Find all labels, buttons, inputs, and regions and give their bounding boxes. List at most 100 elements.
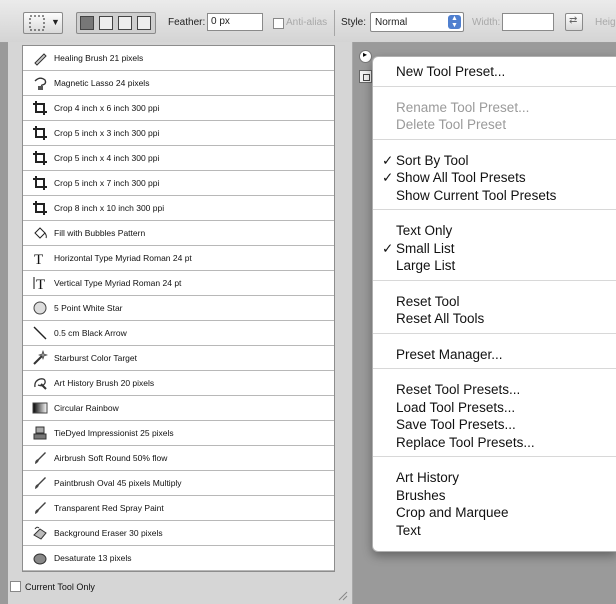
menu-item-show-current-tool-presets[interactable]: Show Current Tool Presets	[396, 188, 556, 203]
svg-text:T: T	[36, 277, 45, 291]
swap-arrows-icon: ⇄	[569, 15, 578, 26]
menu-item-text[interactable]: Text	[396, 523, 421, 538]
menu-item-label: Crop and Marquee	[396, 505, 509, 520]
preset-row[interactable]: Art History Brush 20 pixels	[23, 371, 334, 396]
menu-item-label: Large List	[396, 258, 456, 273]
magnetic-lasso-icon	[29, 73, 51, 93]
menu-item-label: Rename Tool Preset...	[396, 99, 530, 115]
pattern-stamp-icon	[29, 423, 51, 443]
menu-item-reset-tool[interactable]: Reset Tool	[396, 294, 460, 309]
preset-row[interactable]: Paintbrush Oval 45 pixels Multiply	[23, 471, 334, 496]
preset-label: Horizontal Type Myriad Roman 24 pt	[54, 253, 192, 263]
menu-item-text-only[interactable]: Text Only	[396, 223, 452, 238]
preset-label: Desaturate 13 pixels	[54, 553, 132, 563]
tool-preset-picker[interactable]: ▼	[23, 12, 63, 34]
intersect-selection-icon[interactable]	[137, 16, 151, 30]
menu-item-label: Reset Tool Presets...	[396, 382, 521, 397]
menu-item-show-all-tool-presets[interactable]: ✓ Show All Tool Presets	[382, 170, 526, 185]
antialias-label: Anti-alias	[286, 17, 328, 28]
swap-width-height-button[interactable]: ⇄	[565, 13, 583, 31]
preset-row[interactable]: T Horizontal Type Myriad Roman 24 pt	[23, 246, 334, 271]
menu-separator	[373, 332, 616, 334]
width-input[interactable]	[502, 13, 554, 31]
menu-separator	[373, 368, 616, 369]
preset-row[interactable]: 0.5 cm Black Arrow	[23, 321, 334, 346]
preset-row[interactable]: Crop 5 inch x 7 inch 300 ppi	[23, 171, 334, 196]
style-select[interactable]: Normal ▲ ▼	[370, 12, 464, 32]
preset-row[interactable]: Transparent Red Spray Paint	[23, 496, 334, 521]
preset-row[interactable]: TieDyed Impressionist 25 pixels	[23, 421, 334, 446]
preset-row[interactable]: Magnetic Lasso 24 pixels	[23, 71, 334, 96]
feather-input[interactable]: 0 px	[207, 13, 263, 31]
menu-separator	[373, 456, 616, 457]
panel-menu-button[interactable]: ▸	[359, 50, 372, 63]
resize-grip-icon[interactable]	[338, 591, 348, 601]
menu-separator	[373, 209, 616, 210]
menu-item-crop-and-marquee[interactable]: Crop and Marquee	[396, 505, 509, 520]
current-tool-only-checkbox[interactable]	[10, 581, 21, 592]
menu-item-save-tool-presets[interactable]: Save Tool Presets...	[396, 417, 516, 432]
antialias-checkbox[interactable]	[273, 18, 284, 29]
preset-label: Crop 4 inch x 6 inch 300 ppi	[54, 103, 160, 113]
healing-brush-icon	[29, 48, 51, 68]
menu-separator	[373, 279, 616, 281]
menu-item-delete-tool-preset: Delete Tool Preset	[396, 117, 506, 132]
add-to-selection-icon[interactable]	[99, 16, 113, 30]
preset-row[interactable]: Crop 4 inch x 6 inch 300 ppi	[23, 96, 334, 121]
menu-item-reset-tool-presets[interactable]: Reset Tool Presets...	[396, 382, 520, 397]
menu-item-brushes[interactable]: Brushes	[396, 488, 446, 503]
menu-item-label: Text Only	[396, 223, 453, 238]
preset-row[interactable]: Fill with Bubbles Pattern	[23, 221, 334, 246]
menu-item-art-history[interactable]: Art History	[396, 470, 459, 485]
menu-item-sort-by-tool[interactable]: ✓ Sort By Tool	[382, 153, 469, 168]
menu-item-label: Brushes	[396, 487, 446, 503]
new-preset-button[interactable]	[359, 70, 372, 83]
magic-wand-icon	[29, 348, 51, 368]
menu-separator	[373, 138, 616, 140]
menu-item-load-tool-presets[interactable]: Load Tool Presets...	[396, 400, 515, 415]
svg-text:T: T	[34, 252, 43, 266]
preset-row[interactable]: T Vertical Type Myriad Roman 24 pt	[23, 271, 334, 296]
menu-item-replace-tool-presets[interactable]: Replace Tool Presets...	[396, 435, 535, 450]
menu-item-label: Art History	[396, 470, 460, 485]
menu-item-new-tool-preset[interactable]: New Tool Preset...	[396, 64, 505, 79]
preset-row[interactable]: Background Eraser 30 pixels	[23, 521, 334, 546]
brush-icon	[29, 448, 51, 468]
preset-label: Crop 5 inch x 7 inch 300 ppi	[54, 178, 160, 188]
preset-row[interactable]: Crop 8 inch x 10 inch 300 ppi	[23, 196, 334, 221]
menu-item-label: Show Current Tool Presets	[396, 187, 557, 203]
checkmark-icon: ✓	[382, 152, 394, 168]
preset-row[interactable]: Desaturate 13 pixels	[23, 546, 334, 571]
preset-label: Transparent Red Spray Paint	[54, 503, 164, 513]
menu-item-label: Text	[396, 522, 421, 538]
preset-row[interactable]: Healing Brush 21 pixels	[23, 46, 334, 71]
flyout-arrow-icon: ▸	[363, 50, 368, 59]
tool-presets-list: Healing Brush 21 pixels Magnetic Lasso 24…	[22, 45, 335, 572]
width-label: Width:	[472, 17, 501, 28]
art-history-brush-icon	[29, 373, 51, 393]
preset-row[interactable]: Crop 5 inch x 4 inch 300 ppi	[23, 146, 334, 171]
crop-icon	[29, 173, 51, 193]
menu-item-label: Save Tool Presets...	[396, 417, 516, 432]
sponge-icon	[29, 548, 51, 568]
crop-icon	[29, 98, 51, 118]
preset-label: Paintbrush Oval 45 pixels Multiply	[54, 478, 182, 488]
menu-item-reset-all-tools[interactable]: Reset All Tools	[396, 311, 484, 326]
new-selection-icon[interactable]	[80, 16, 94, 30]
custom-shape-icon	[29, 298, 51, 318]
crop-icon	[29, 123, 51, 143]
menu-item-label: Small List	[396, 240, 455, 256]
preset-row[interactable]: 5 Point White Star	[23, 296, 334, 321]
current-tool-only-toggle[interactable]: Current Tool Only	[10, 581, 95, 592]
preset-row[interactable]: Circular Rainbow	[23, 396, 334, 421]
tool-presets-flyout-menu: New Tool Preset... Rename Tool Preset... D…	[372, 56, 616, 552]
preset-row[interactable]: Starburst Color Target	[23, 346, 334, 371]
preset-row[interactable]: Airbrush Soft Round 50% flow	[23, 446, 334, 471]
preset-label: Healing Brush 21 pixels	[54, 53, 144, 63]
subtract-from-selection-icon[interactable]	[118, 16, 132, 30]
menu-item-large-list[interactable]: Large List	[396, 258, 455, 273]
paint-bucket-icon	[29, 223, 51, 243]
menu-item-preset-manager[interactable]: Preset Manager...	[396, 347, 503, 362]
menu-item-small-list[interactable]: ✓ Small List	[382, 240, 455, 256]
preset-row[interactable]: Crop 5 inch x 3 inch 300 ppi	[23, 121, 334, 146]
